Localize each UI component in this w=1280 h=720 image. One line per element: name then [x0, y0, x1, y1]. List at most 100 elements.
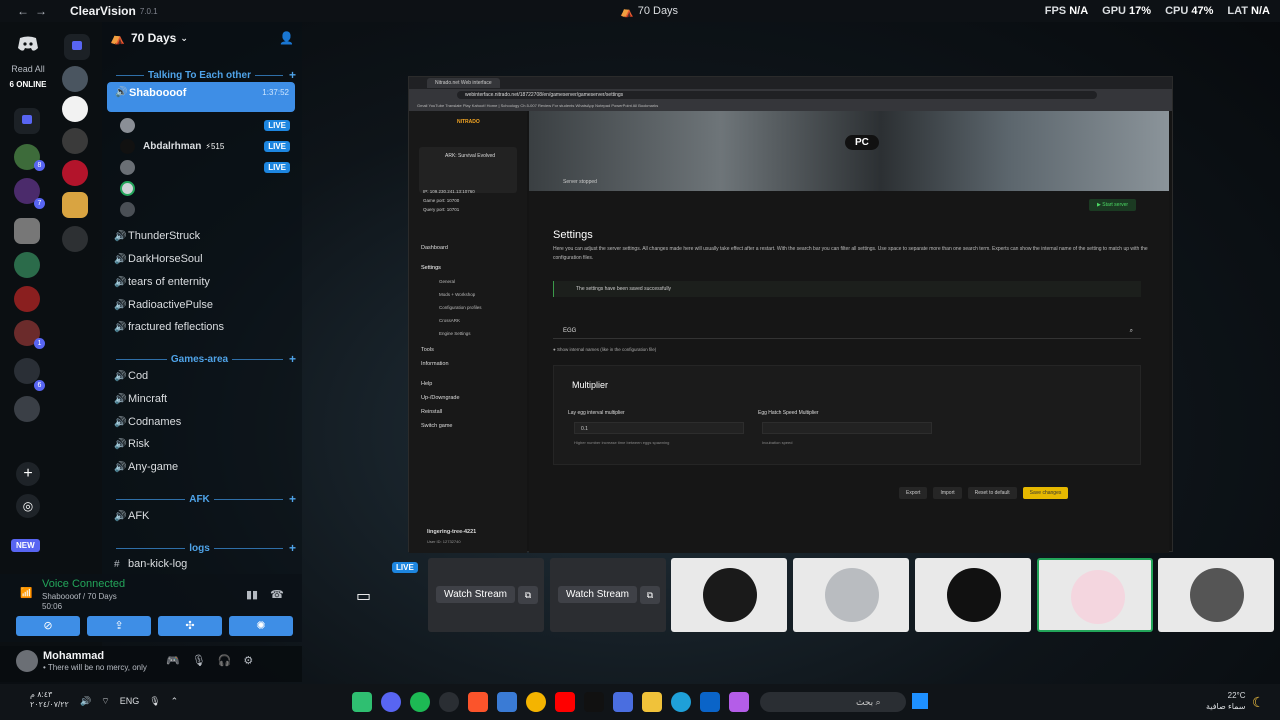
voice-channel[interactable]: 🔊 DarkHorseSoul — [114, 249, 294, 269]
forward-arrow-icon[interactable]: → — [32, 4, 50, 18]
language-indicator[interactable]: ENG — [120, 696, 140, 707]
youtube-icon[interactable] — [555, 692, 575, 712]
server-icon-2[interactable] — [62, 96, 88, 122]
add-channel-icon[interactable]: + — [289, 68, 296, 82]
headphones-icon[interactable]: 🎧 — [218, 654, 232, 667]
participant-tile-speaking[interactable] — [1037, 558, 1153, 632]
server-icon-1[interactable] — [62, 66, 88, 92]
disconnect-icon[interactable]: ☎ — [270, 588, 284, 601]
nitrado-username[interactable]: lingering-tree-4221 — [427, 529, 476, 535]
category-talking[interactable]: Talking To Each other + — [116, 68, 296, 82]
nav-config[interactable]: Configuration profiles — [439, 305, 482, 310]
nav-settings[interactable]: Settings — [421, 265, 441, 271]
participant-tile[interactable] — [671, 558, 787, 632]
discord-alt-icon[interactable] — [352, 692, 372, 712]
voice-channel[interactable]: 🔊 Cod — [114, 366, 294, 386]
edge-icon[interactable] — [671, 692, 691, 712]
gear-icon[interactable]: ⚙ — [243, 654, 253, 667]
server-icon-6[interactable] — [62, 226, 88, 252]
clock[interactable]: ٨:٤٣ م ٢٠٢٤/٠٧/٢٢ — [30, 690, 69, 710]
wifi-icon[interactable]: ⌔ — [101, 696, 109, 707]
category-games[interactable]: Games-area + — [116, 352, 296, 366]
nav-help[interactable]: Help — [421, 381, 432, 387]
back-arrow-icon[interactable]: ← — [14, 4, 32, 18]
participant-tile[interactable] — [793, 558, 909, 632]
nav-general[interactable]: General — [439, 279, 455, 284]
import-button[interactable]: Import — [933, 487, 962, 499]
voice-channel[interactable]: 🔊 Mincraft — [114, 389, 294, 409]
voice-channel[interactable]: 🔊 ThunderStruck — [114, 226, 294, 246]
browser-tab[interactable]: Nitrado.net Web interface — [427, 78, 500, 88]
camera-button[interactable]: ⊘ — [16, 616, 80, 636]
server-icon-5[interactable] — [62, 192, 88, 218]
server-icon-11[interactable] — [14, 286, 40, 312]
stream-viewer[interactable]: Nitrado.net Web interface webinterface.n… — [408, 76, 1173, 553]
add-people-icon[interactable]: 👤 — [279, 31, 294, 45]
volume-icon[interactable]: 🔊 — [80, 696, 91, 707]
folder-icon[interactable] — [64, 34, 90, 60]
egg-hatch-speed-input[interactable] — [762, 422, 932, 434]
start-server-button[interactable]: ▶ Start server — [1089, 199, 1137, 211]
server-icon-3[interactable] — [62, 128, 88, 154]
voice-status[interactable]: Voice Connected — [42, 578, 125, 590]
nav-reinstall[interactable]: Reinstall — [421, 409, 442, 415]
gamepad-icon[interactable]: 🎮 — [166, 654, 180, 667]
text-channel[interactable]: # ban-kick-log — [114, 554, 294, 574]
nav-engine[interactable]: Engine Settings — [439, 331, 471, 336]
voice-channel[interactable]: 🔊 Codnames — [114, 412, 294, 432]
voice-channel[interactable]: 🔊 tears of enternity — [114, 272, 294, 292]
nav-upgrade[interactable]: Up-/Downgrade — [421, 395, 460, 401]
nav-mods[interactable]: Mods + Workshop — [439, 292, 475, 297]
voice-channel[interactable]: 🔊 AFK — [114, 506, 294, 526]
steam-icon[interactable] — [439, 692, 459, 712]
microphone-icon[interactable]: 🎙 — [192, 654, 206, 667]
internal-names-toggle[interactable]: ● Show internal names (like in the confi… — [553, 347, 656, 352]
popout-icon[interactable]: ⧉ — [640, 586, 660, 604]
app-icon[interactable] — [497, 692, 517, 712]
search-icon[interactable]: ⌕ — [1130, 323, 1133, 339]
microphone-icon[interactable]: 🎙 — [149, 696, 160, 707]
settings-search-input[interactable]: EGG ⌕ — [553, 323, 1141, 339]
voice-member[interactable] — [120, 179, 294, 197]
voice-member[interactable]: Abdalrhman ⚡515 LIVE — [120, 137, 294, 155]
avatar[interactable] — [16, 650, 38, 672]
server-icon-4[interactable] — [62, 160, 88, 186]
outlook-icon[interactable] — [700, 692, 720, 712]
voice-channel-selected[interactable]: 🔊 Shaboooof 1:37:52 — [107, 82, 295, 112]
explore-servers-icon[interactable]: ◎ — [16, 494, 40, 518]
reset-button[interactable]: Reset to default — [967, 487, 1017, 499]
lay-egg-interval-input[interactable]: 0.1 — [574, 422, 744, 434]
activities-button[interactable]: ✣ — [158, 616, 222, 636]
discord-taskbar-icon[interactable] — [381, 692, 401, 712]
server-icon-14[interactable] — [14, 396, 40, 422]
tiktok-icon[interactable] — [584, 692, 604, 712]
stream-tile[interactable]: Watch Stream ⧉ — [428, 558, 544, 632]
server-icon-9[interactable] — [14, 218, 40, 244]
watch-stream-button[interactable]: Watch Stream — [558, 586, 637, 603]
nav-tools[interactable]: Tools — [421, 347, 434, 353]
category-logs[interactable]: logs + — [116, 541, 296, 555]
participant-tile[interactable] — [915, 558, 1031, 632]
signal-icon[interactable]: 📶 — [20, 588, 32, 599]
server-icon-10[interactable] — [14, 252, 40, 278]
popout-icon[interactable]: ⧉ — [518, 586, 538, 604]
discord-home-icon[interactable] — [14, 32, 42, 56]
save-changes-button[interactable]: Save changes — [1022, 487, 1069, 499]
url-field[interactable]: webinterface.nitrado.net/18722708/en/gam… — [457, 91, 1097, 99]
stream-tile-own[interactable]: ▭ LIVE — [306, 558, 422, 632]
soundboard-button[interactable]: ✺ — [229, 616, 293, 636]
voice-channel[interactable]: 🔊 fractured feflections — [114, 317, 294, 337]
category-afk[interactable]: AFK + — [116, 492, 296, 506]
read-all-button[interactable]: Read All — [8, 64, 48, 74]
voice-member[interactable] — [120, 200, 294, 218]
nav-dashboard[interactable]: Dashboard — [421, 245, 448, 251]
taskbar-search[interactable]: بحث ⌕ — [760, 692, 906, 712]
chevron-up-icon[interactable]: ⌃ — [171, 696, 179, 707]
windows-start-icon[interactable] — [912, 693, 928, 709]
participant-tile[interactable] — [1158, 558, 1274, 632]
add-channel-icon[interactable]: + — [289, 352, 296, 366]
add-server-button[interactable]: + — [16, 462, 40, 486]
voice-channel[interactable]: 🔊 Any-game — [114, 457, 294, 477]
stream-tile[interactable]: Watch Stream ⧉ — [550, 558, 666, 632]
spotify-icon[interactable] — [410, 692, 430, 712]
